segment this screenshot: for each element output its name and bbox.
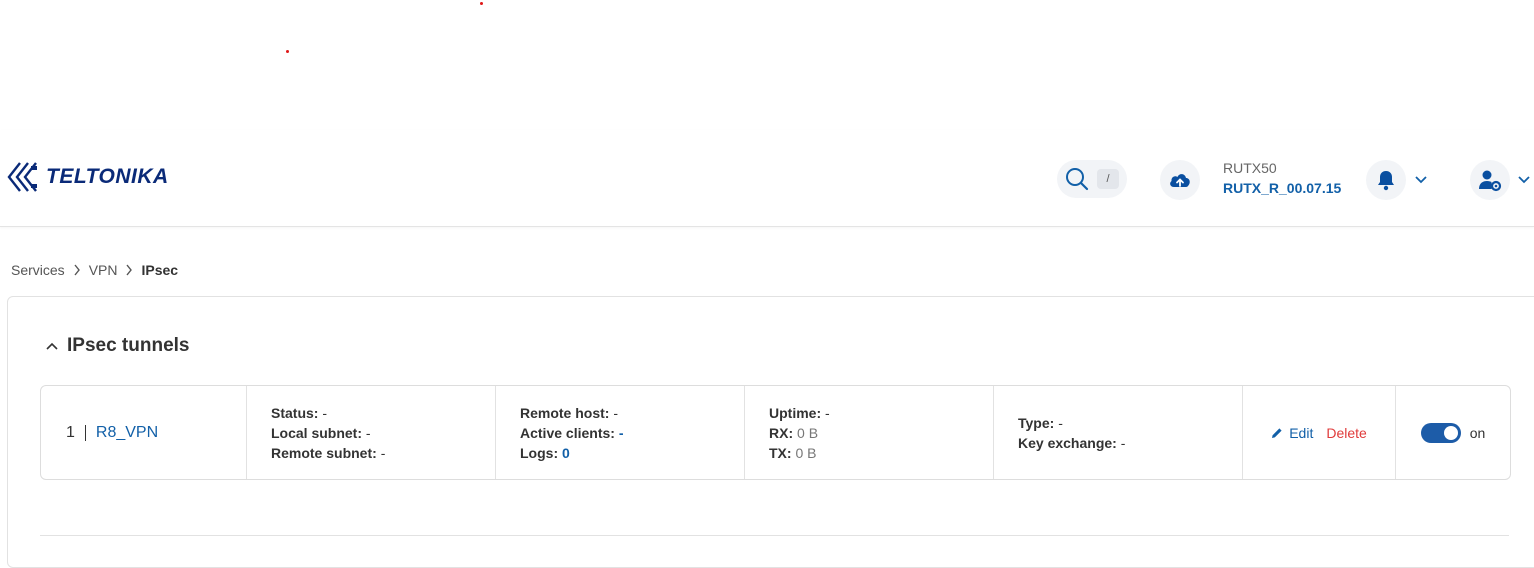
notifications-dropdown[interactable] [1413, 172, 1429, 188]
remote-host-label: Remote host: [520, 404, 610, 421]
breadcrumb: Services VPN IPsec [11, 262, 178, 278]
chevron-right-icon [73, 264, 81, 276]
divider [40, 535, 1509, 536]
key-exchange-label: Key exchange: [1018, 434, 1117, 451]
cloud-upload-icon [1170, 174, 1190, 187]
search-button[interactable]: / [1057, 160, 1127, 198]
uptime-label: Uptime: [769, 404, 822, 421]
red-dot [286, 50, 289, 53]
firmware-version[interactable]: RUTX_R_00.07.15 [1223, 180, 1341, 196]
brand-name: TELTONIKA [46, 165, 169, 188]
tunnel-traffic-cell: Uptime: - RX: 0 B TX: 0 B [745, 386, 994, 479]
type-label: Type: [1018, 414, 1055, 431]
active-clients-value[interactable]: - [619, 425, 624, 441]
search-shortcut-key: / [1097, 169, 1119, 189]
delete-button[interactable]: Delete [1326, 423, 1366, 443]
brand-logo[interactable]: TELTONIKA [6, 160, 169, 194]
rx-value: 0 B [797, 424, 819, 441]
chevron-down-icon [1518, 176, 1530, 184]
uptime-value: - [825, 404, 830, 421]
user-menu-dropdown[interactable] [1516, 172, 1532, 188]
edit-label: Edit [1289, 424, 1314, 441]
chevron-right-icon [125, 264, 133, 276]
device-model: RUTX50 [1223, 160, 1277, 176]
chevron-down-icon [1415, 176, 1427, 184]
toggle-state-label: on [1469, 424, 1486, 441]
teltonika-logo-icon [7, 162, 37, 192]
logs-value[interactable]: 0 [562, 445, 570, 461]
local-subnet-label: Local subnet: [271, 424, 363, 441]
status-label: Status: [271, 404, 319, 421]
tunnel-row: 1 R8_VPN Status: - Local subnet: - Remot… [40, 385, 1511, 480]
remote-host-value: - [613, 404, 619, 421]
logs-label: Logs: [520, 444, 559, 461]
toggle-knob [1443, 425, 1458, 440]
tunnel-status-cell: Status: - Local subnet: - Remote subnet:… [247, 386, 496, 479]
breadcrumb-ipsec: IPsec [141, 262, 179, 278]
bell-icon [1378, 171, 1394, 191]
pencil-icon [1272, 427, 1282, 438]
remote-subnet-label: Remote subnet: [271, 444, 377, 461]
notifications-button[interactable] [1366, 160, 1406, 200]
user-settings-icon [1479, 170, 1502, 192]
local-subnet-value: - [365, 424, 371, 441]
section-title: IPsec tunnels [67, 335, 190, 356]
breadcrumb-services[interactable]: Services [11, 262, 65, 278]
remote-subnet-value: - [380, 444, 386, 461]
tunnel-actions-cell: Edit Delete [1243, 386, 1396, 479]
type-value: - [1058, 414, 1063, 431]
firmware-update-button[interactable] [1160, 160, 1200, 200]
section-toggle[interactable]: IPsec tunnels [45, 335, 190, 357]
tx-label: TX: [769, 444, 792, 461]
tunnel-host-cell: Remote host: - Active clients: - Logs: 0 [496, 386, 745, 479]
tunnel-index: 1 [66, 424, 86, 441]
edit-button[interactable]: Edit [1271, 423, 1313, 443]
tunnel-type-cell: Type: - Key exchange: - [994, 386, 1243, 479]
active-clients-label: Active clients: [520, 424, 615, 441]
breadcrumb-vpn[interactable]: VPN [89, 262, 118, 278]
tunnel-name-cell: 1 R8_VPN [41, 386, 247, 479]
device-info: RUTX50 RUTX_R_00.07.15 [1223, 160, 1341, 196]
status-value: - [322, 404, 328, 421]
red-dot [480, 2, 483, 5]
rx-label: RX: [769, 424, 794, 441]
tx-value: 0 B [795, 444, 817, 461]
tunnel-enable-toggle[interactable] [1420, 422, 1461, 443]
tunnel-name-link[interactable]: R8_VPN [96, 423, 158, 443]
top-header: TELTONIKA / RUTX50 RUTX_R_00.07.15 [0, 130, 1534, 227]
search-icon [1066, 168, 1089, 191]
tunnel-toggle-cell: on [1396, 386, 1510, 479]
chevron-up-icon [46, 342, 58, 350]
user-settings-button[interactable] [1470, 160, 1510, 200]
key-exchange-value: - [1120, 434, 1126, 451]
